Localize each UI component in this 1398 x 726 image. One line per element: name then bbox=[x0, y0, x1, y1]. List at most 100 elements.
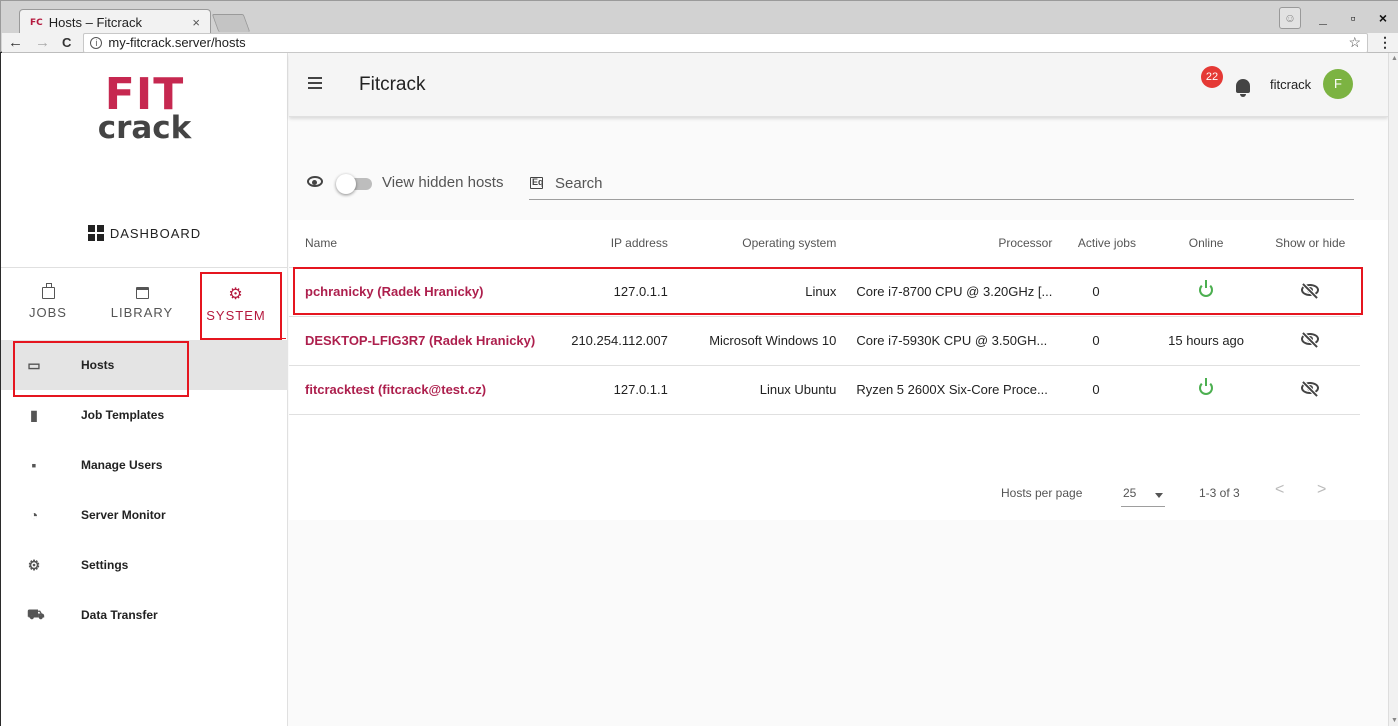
next-page-button[interactable]: > bbox=[1317, 481, 1326, 499]
hide-host-icon[interactable] bbox=[1301, 284, 1320, 296]
close-window-button[interactable]: × bbox=[1375, 10, 1391, 26]
settings-gears-icon: ⚙ bbox=[27, 556, 41, 573]
window-controls: ☺ _ ▫ × bbox=[1279, 7, 1391, 29]
url-text[interactable]: my-fitcrack.server/hosts bbox=[108, 35, 1348, 50]
tab-system[interactable]: ⚙ SYSTEM bbox=[189, 268, 283, 338]
hosts-per-page-label: Hosts per page bbox=[1001, 486, 1083, 500]
host-os: Microsoft Windows 10 bbox=[677, 316, 847, 366]
tab-title: Hosts – Fitcrack bbox=[48, 15, 142, 30]
online-power-icon bbox=[1199, 378, 1214, 395]
sidebar-item-data-transfer[interactable]: ⛟ Data Transfer bbox=[1, 590, 288, 640]
view-hidden-hosts-toggle[interactable] bbox=[336, 174, 374, 194]
dashboard-label: DASHBOARD bbox=[109, 225, 202, 241]
bookmark-star-icon[interactable]: ☆ bbox=[1348, 34, 1361, 51]
host-active-jobs: 0 bbox=[1062, 267, 1152, 317]
column-header-os[interactable]: Operating system bbox=[677, 220, 847, 268]
host-name-link[interactable]: fitcracktest (fitcrack@test.cz) bbox=[305, 382, 486, 397]
host-os: Linux bbox=[677, 267, 847, 317]
host-os: Linux Ubuntu bbox=[677, 365, 847, 415]
table-row: fitcracktest (fitcrack@test.cz) 127.0.1.… bbox=[289, 365, 1360, 415]
folder-icon bbox=[135, 286, 149, 299]
tab-library-label: LIBRARY bbox=[110, 304, 174, 320]
system-menu: ▭ Hosts ▮ Job Templates ▪ Manage Users ◔… bbox=[1, 340, 288, 640]
page-viewport: FIT crack DASHBOARD JOBS LIBRARY ⚙ SYSTE… bbox=[1, 53, 1388, 726]
browser-chrome: FC Hosts – Fitcrack × ☺ _ ▫ × ← → C i my… bbox=[0, 0, 1398, 53]
search-field[interactable]: Eq bbox=[529, 168, 1354, 200]
sidebar-item-label: Manage Users bbox=[81, 458, 163, 472]
sidebar-item-hosts[interactable]: ▭ Hosts bbox=[1, 340, 288, 390]
minimize-button[interactable]: _ bbox=[1315, 10, 1331, 26]
reload-button[interactable]: C bbox=[62, 34, 71, 52]
maximize-button[interactable]: ▫ bbox=[1345, 10, 1361, 26]
host-name-link[interactable]: pchranicky (Radek Hranicky) bbox=[305, 284, 483, 299]
table-row: DESKTOP-LFIG3R7 (Radek Hranicky) 210.254… bbox=[289, 316, 1360, 366]
file-icon: ▮ bbox=[30, 406, 38, 423]
sidebar-item-label: Settings bbox=[81, 558, 129, 572]
scroll-up-icon[interactable]: ▲ bbox=[1391, 55, 1398, 62]
search-icon: Eq bbox=[530, 177, 544, 189]
browser-tab[interactable]: FC Hosts – Fitcrack × bbox=[19, 9, 211, 35]
forward-button[interactable]: → bbox=[35, 34, 50, 52]
dashboard-link[interactable]: DASHBOARD bbox=[1, 225, 288, 241]
host-ip: 210.254.112.007 bbox=[554, 316, 678, 366]
tab-jobs[interactable]: JOBS bbox=[1, 268, 95, 338]
profile-icon[interactable]: ☺ bbox=[1279, 7, 1301, 29]
page-scrollbar[interactable]: ▲ ▼ bbox=[1388, 53, 1398, 726]
table-header-row: Name IP address Operating system Process… bbox=[289, 220, 1360, 268]
laptop-icon: ▭ bbox=[27, 356, 41, 373]
host-last-seen: 15 hours ago bbox=[1151, 316, 1261, 366]
sidebar-item-label: Hosts bbox=[81, 358, 115, 372]
hosts-table-card: Name IP address Operating system Process… bbox=[289, 220, 1388, 520]
host-active-jobs: 0 bbox=[1062, 316, 1152, 366]
new-tab-button[interactable] bbox=[211, 14, 251, 32]
hamburger-menu-icon[interactable] bbox=[308, 77, 322, 92]
host-ip: 127.0.1.1 bbox=[554, 267, 678, 317]
column-header-online[interactable]: Online bbox=[1151, 220, 1261, 268]
column-header-name[interactable]: Name bbox=[289, 220, 555, 268]
sidebar-item-job-templates[interactable]: ▮ Job Templates bbox=[1, 390, 288, 440]
tab-jobs-label: JOBS bbox=[29, 304, 67, 320]
hosts-per-page-select[interactable]: 25 bbox=[1121, 479, 1165, 507]
user-name[interactable]: fitcrack bbox=[1270, 77, 1311, 92]
hosts-per-page-value: 25 bbox=[1123, 486, 1137, 500]
hide-host-icon[interactable] bbox=[1301, 333, 1320, 345]
table-pagination: Hosts per page 25 1-3 of 3 < > bbox=[289, 467, 1360, 517]
search-input[interactable] bbox=[555, 171, 1335, 195]
host-active-jobs: 0 bbox=[1062, 365, 1152, 415]
sidebar-item-label: Server Monitor bbox=[81, 508, 166, 522]
sidebar: FIT crack DASHBOARD JOBS LIBRARY ⚙ SYSTE… bbox=[1, 53, 288, 726]
gauge-icon: ◔ bbox=[29, 507, 39, 523]
fitcrack-logo[interactable]: FIT crack bbox=[1, 73, 288, 144]
fitcrack-favicon-icon: FC bbox=[30, 17, 43, 28]
site-info-icon[interactable]: i bbox=[90, 36, 103, 49]
column-header-show-hide: Show or hide bbox=[1260, 220, 1360, 268]
sidebar-item-manage-users[interactable]: ▪ Manage Users bbox=[1, 440, 288, 490]
notification-count-badge: 22 bbox=[1201, 66, 1223, 88]
tab-close-icon[interactable]: × bbox=[192, 15, 200, 30]
briefcase-icon bbox=[41, 282, 55, 299]
back-button[interactable]: ← bbox=[8, 34, 23, 52]
tab-library[interactable]: LIBRARY bbox=[95, 268, 189, 338]
prev-page-button[interactable]: < bbox=[1275, 481, 1284, 499]
sidebar-item-settings[interactable]: ⚙ Settings bbox=[1, 540, 288, 590]
avatar[interactable]: F bbox=[1323, 69, 1353, 99]
sidebar-item-label: Job Templates bbox=[81, 408, 165, 422]
hosts-filter-bar: View hidden hosts Eq bbox=[289, 148, 1388, 208]
host-ip: 127.0.1.1 bbox=[554, 365, 678, 415]
sidebar-item-server-monitor[interactable]: ◔ Server Monitor bbox=[1, 490, 288, 540]
host-name-link[interactable]: DESKTOP-LFIG3R7 (Radek Hranicky) bbox=[305, 333, 535, 348]
hide-host-icon[interactable] bbox=[1301, 382, 1320, 394]
dashboard-grid-icon bbox=[87, 225, 104, 241]
dolly-icon: ⛟ bbox=[27, 605, 45, 622]
view-hidden-hosts-label[interactable]: View hidden hosts bbox=[382, 174, 503, 191]
bell-icon[interactable] bbox=[1234, 77, 1256, 99]
app-title: Fitcrack bbox=[359, 74, 426, 95]
browser-menu-button[interactable]: ⋮ bbox=[1378, 34, 1392, 51]
tab-strip: FC Hosts – Fitcrack × ☺ _ ▫ × bbox=[1, 1, 1398, 35]
column-header-processor[interactable]: Processor bbox=[846, 220, 1063, 268]
scroll-down-icon[interactable]: ▼ bbox=[1391, 717, 1398, 724]
host-processor: Core i7-8700 CPU @ 3.20GHz [... bbox=[846, 267, 1063, 317]
address-bar[interactable]: i my-fitcrack.server/hosts ☆ bbox=[83, 32, 1368, 53]
column-header-ip[interactable]: IP address bbox=[554, 220, 678, 268]
column-header-active-jobs[interactable]: Active jobs bbox=[1062, 220, 1152, 268]
